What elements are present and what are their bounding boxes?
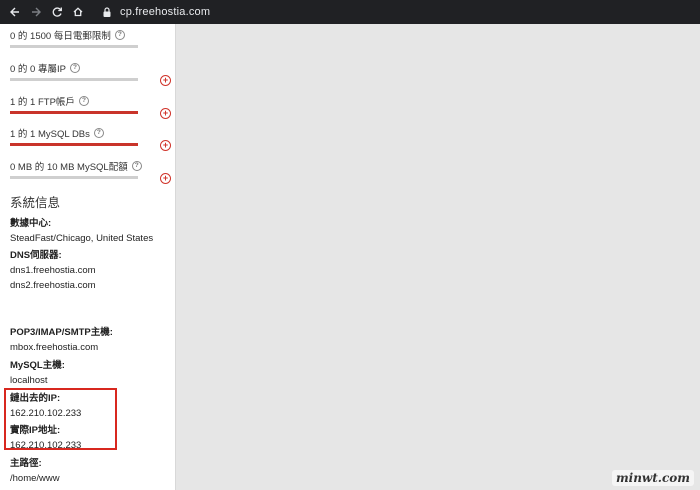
home-path-value: /home/www (10, 473, 60, 484)
stat-dedicated-ip: 0 的 0 專屬IP ? + (10, 61, 171, 86)
dns-server-label: DNS伺服器: (10, 250, 62, 261)
usage-bar (10, 78, 138, 81)
mail-host-value: mbox.freehostia.com (10, 342, 99, 353)
forward-arrow-icon[interactable] (27, 3, 45, 21)
home-icon[interactable] (69, 3, 87, 21)
watermark-logo: minwt.com (611, 470, 694, 486)
stat-label: 0 MB 的 10 MB MySQL配額 (10, 162, 128, 173)
usage-bar-fill (10, 111, 138, 114)
main-content-area (177, 24, 700, 490)
system-info-title: 系統信息 (10, 196, 61, 210)
help-icon[interactable]: ? (69, 63, 80, 73)
dns-server-1: dns1.freehostia.com (10, 265, 96, 276)
stat-label: 0 的 0 專屬IP (10, 64, 66, 75)
browser-toolbar: cp.freehostia.com (0, 0, 700, 24)
mail-host-label: POP3/IMAP/SMTP主機: (10, 327, 113, 338)
account-sidebar: 0 的 1500 每日電郵限制 ? 0 的 0 專屬IP ? + 1 的 1 F… (0, 24, 176, 490)
stat-mysql-quota: 0 MB 的 10 MB MySQL配額 ? + (10, 159, 171, 184)
datacenter-label: 數據中心: (10, 218, 52, 229)
back-arrow-icon[interactable] (6, 3, 24, 21)
usage-bar (10, 111, 138, 114)
usage-bar (10, 176, 138, 179)
address-bar[interactable]: cp.freehostia.com (96, 3, 692, 21)
stat-label: 0 的 1500 每日電郵限制 (10, 31, 111, 42)
mysql-host-label: MySQL主機: (10, 360, 65, 371)
reload-icon[interactable] (48, 3, 66, 21)
stat-ftp-accounts: 1 的 1 FTP帳戶 ? + (10, 94, 171, 119)
add-circle-icon[interactable]: + (160, 108, 171, 119)
url-text: cp.freehostia.com (120, 6, 211, 18)
usage-bar-fill (10, 143, 138, 146)
mysql-host-value: localhost (10, 375, 48, 386)
help-icon[interactable]: ? (114, 30, 125, 40)
stat-label: 1 的 1 FTP帳戶 (10, 97, 75, 108)
help-icon[interactable]: ? (93, 128, 104, 138)
dns-server-2: dns2.freehostia.com (10, 280, 96, 291)
help-icon[interactable]: ? (78, 96, 89, 106)
lock-icon (102, 6, 114, 18)
usage-bar (10, 143, 138, 146)
ip-highlight-box (4, 388, 117, 450)
add-circle-icon[interactable]: + (160, 75, 171, 86)
stat-email-limit: 0 的 1500 每日電郵限制 ? (10, 28, 170, 48)
datacenter-value: SteadFast/Chicago, United States (10, 233, 154, 244)
help-icon[interactable]: ? (131, 161, 142, 171)
stat-label: 1 的 1 MySQL DBs (10, 129, 90, 140)
home-path-label: 主路徑: (10, 458, 42, 469)
usage-bar (10, 45, 138, 48)
add-circle-icon[interactable]: + (160, 140, 171, 151)
stat-mysql-dbs: 1 的 1 MySQL DBs ? + (10, 126, 171, 151)
add-circle-icon[interactable]: + (160, 173, 171, 184)
